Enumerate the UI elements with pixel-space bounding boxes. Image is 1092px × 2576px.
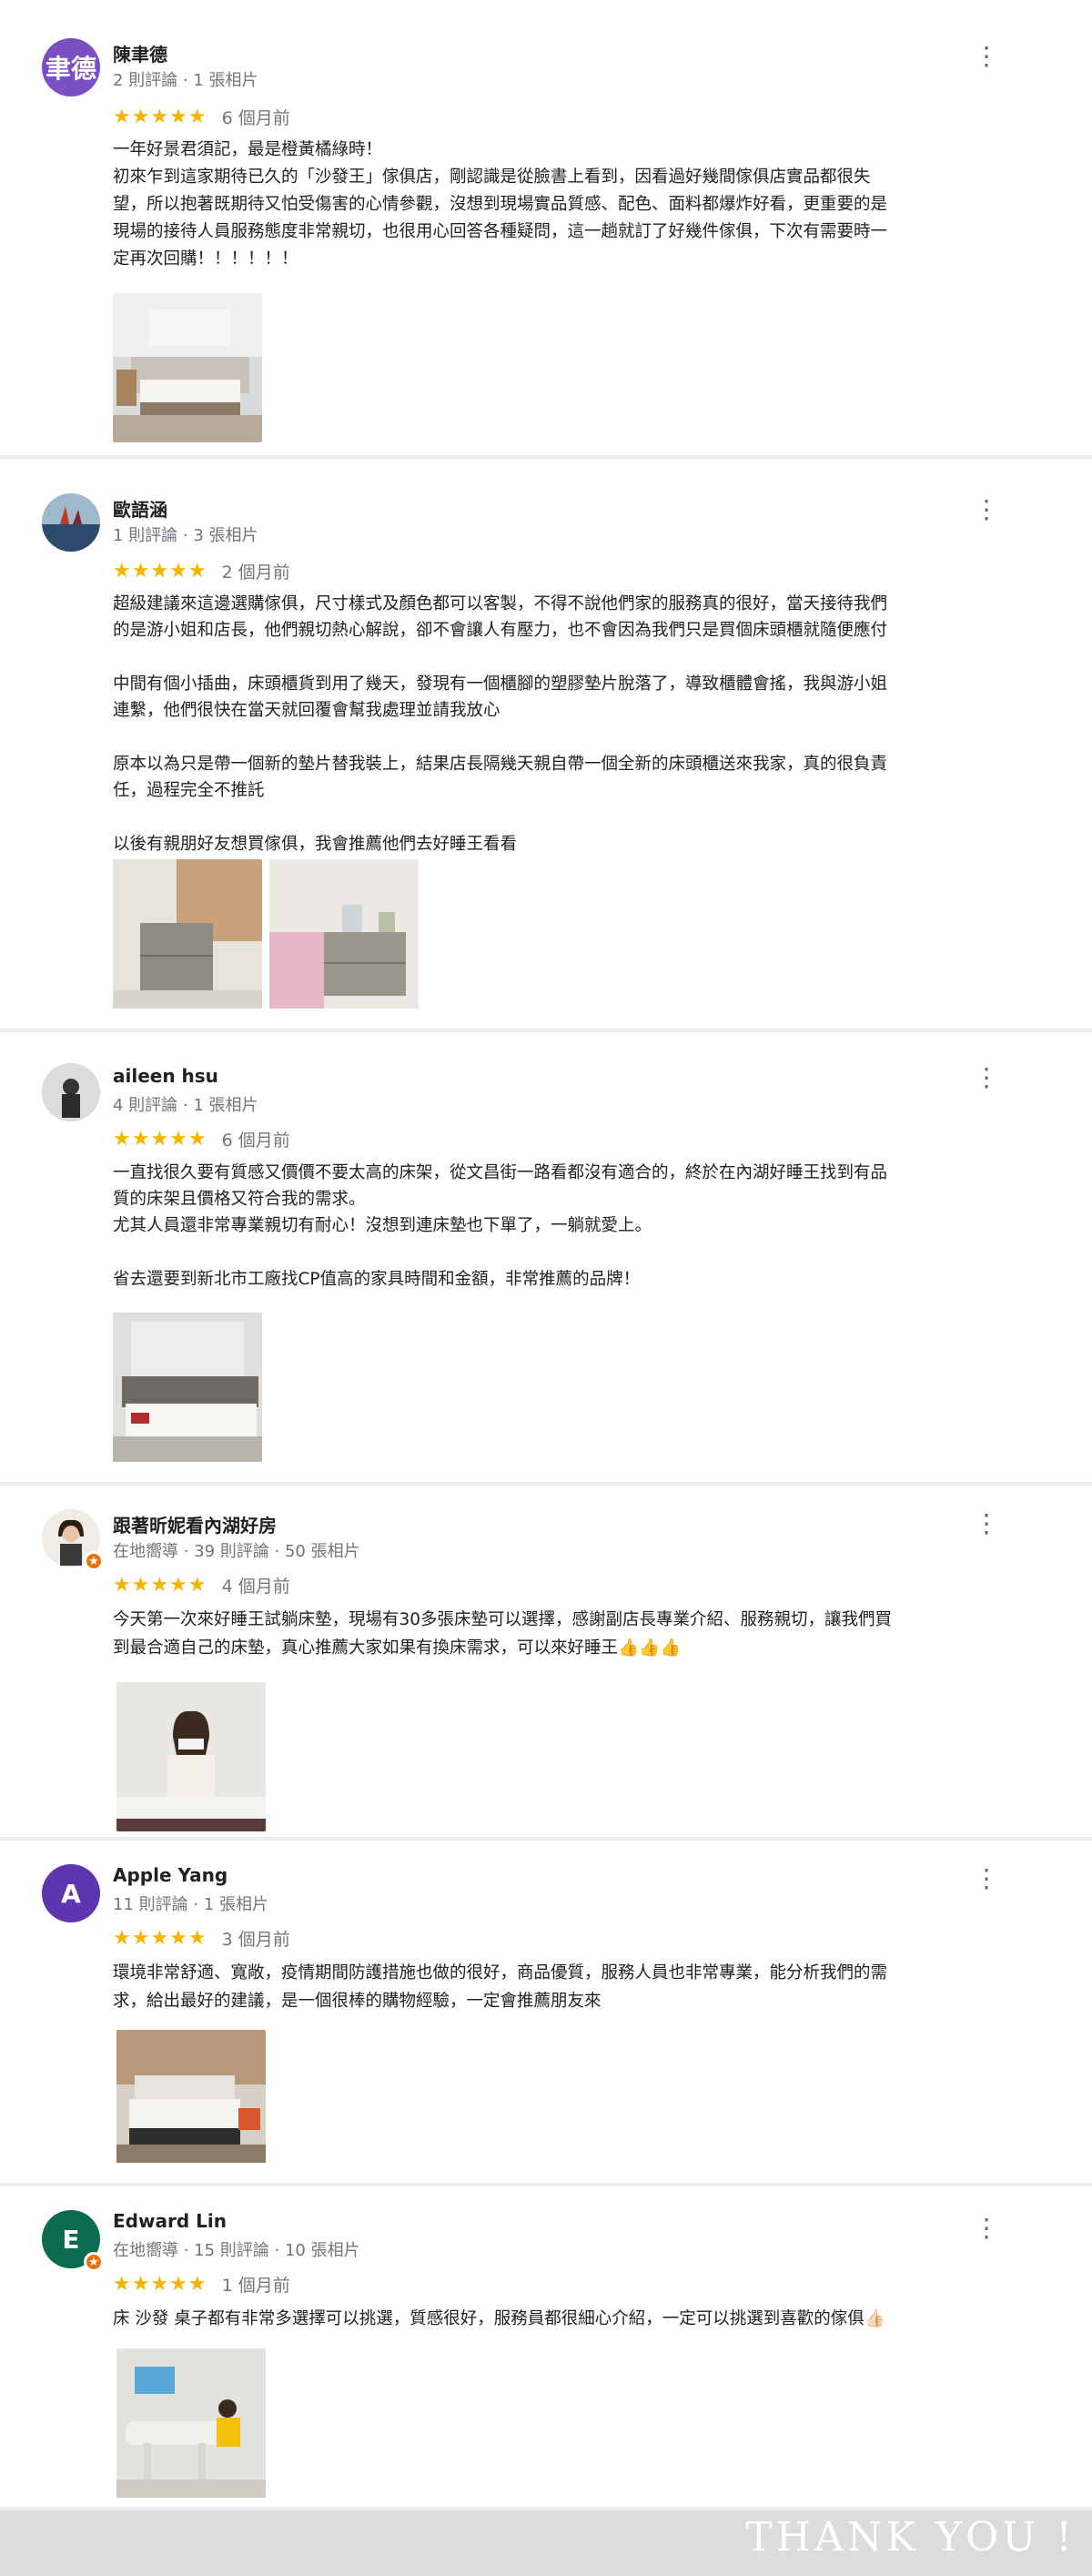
review-line: 床 沙發 桌子都有非常多選擇可以挑選，質感很好，服務員都很細心介紹，一定可以挑選… <box>113 2309 885 2328</box>
review-line: 一年好景君須記，最是橙黃橘綠時！ <box>113 140 383 159</box>
more-options-icon[interactable]: ⋮ <box>974 497 999 524</box>
review-line: 現場的接待人員服務態度非常親切，也很用心回答各種疑問，這一趟就訂了好幾件傢俱，下… <box>113 222 888 241</box>
review-date: 6 個月前 <box>221 1131 290 1151</box>
review-line: 連繫，他們很快在當天就回覆會幫我處理並請我放心 <box>113 701 500 720</box>
star-rating: ★★★★★ <box>113 1574 207 1597</box>
review-line: 的是游小姐和店長，他們親切熱心解說，卻不會讓人有壓力，也不會因為我們只是買個床頭… <box>113 621 888 640</box>
review-card: A Apple Yang 11 則評論 · 1 張相片 ⋮ ★★★★★ 3 個月… <box>0 1841 1092 2183</box>
star-rating: ★★★★★ <box>113 106 207 128</box>
reviewer-name[interactable]: 跟著昕妮看內湖好房 <box>113 1511 277 1537</box>
reviewer-name[interactable]: Apple Yang <box>113 1864 228 1886</box>
review-date: 4 個月前 <box>221 1577 290 1597</box>
review-line: 中間有個小插曲，床頭櫃貨到用了幾天，發現有一個櫃腳的塑膠墊片脫落了，導致櫃體會搖… <box>113 674 888 694</box>
more-options-icon[interactable]: ⋮ <box>974 1866 999 1893</box>
more-options-icon[interactable]: ⋮ <box>974 2216 999 2243</box>
review-photo[interactable] <box>113 293 262 442</box>
star-rating: ★★★★★ <box>113 1128 207 1151</box>
review-photo[interactable] <box>113 859 262 1009</box>
star-rating: ★★★★★ <box>113 2273 207 2296</box>
review-line: 任，過程完全不推託 <box>113 781 265 800</box>
review-photo[interactable] <box>116 1682 266 1831</box>
rating-row: ★★★★★ 4 個月前 <box>113 1573 290 1597</box>
review-line: 到最合適自己的床墊，真心推薦大家如果有換床需求，可以來好睡王👍👍👍 <box>113 1638 682 1658</box>
avatar[interactable]: ★ <box>42 1509 104 1571</box>
reviewer-meta: 在地嚮導 · 39 則評論 · 50 張相片 <box>113 1542 360 1561</box>
review-blank <box>113 724 1014 751</box>
review-photo[interactable] <box>113 1313 262 1462</box>
reviewer-meta: 2 則評論 · 1 張相片 <box>113 71 258 90</box>
review-photo[interactable] <box>116 2030 266 2179</box>
reviewer-name[interactable]: Edward Lin <box>113 2210 227 2232</box>
review-blank <box>113 644 1014 671</box>
review-card: 聿德 陳聿德 2 則評論 · 1 張相片 ⋮ ★★★★★ 6 個月前 一年好景君… <box>0 0 1092 455</box>
rating-row: ★★★★★ 1 個月前 <box>113 2272 290 2297</box>
avatar[interactable]: E ★ <box>42 2210 104 2272</box>
rating-row: ★★★★★ 6 個月前 <box>113 105 290 129</box>
review-text: 一年好景君須記，最是橙黃橘綠時！ 初來乍到這家期待已久的「沙發王」傢俱店，剛認識… <box>113 137 1014 273</box>
avatar[interactable]: A <box>42 1864 100 1922</box>
review-card: E ★ Edward Lin 在地嚮導 · 15 則評論 · 10 張相片 ⋮ … <box>0 2186 1092 2507</box>
reviewer-name[interactable]: 陳聿德 <box>113 40 167 66</box>
reviewer-meta: 在地嚮導 · 15 則評論 · 10 張相片 <box>113 2241 360 2260</box>
review-card: aileen hsu 4 則評論 · 1 張相片 ⋮ ★★★★★ 6 個月前 一… <box>0 1032 1092 1482</box>
review-line: 一直找很久要有質感又價價不要太高的床架，從文昌街一路看都沒有適合的，終於在內湖好… <box>113 1163 888 1182</box>
review-date: 3 個月前 <box>221 1930 290 1950</box>
review-date: 6 個月前 <box>221 108 290 128</box>
review-blank <box>113 1239 1014 1266</box>
review-line: 尤其人員還非常專業親切有耐心！沒想到連床墊也下單了，一躺就愛上。 <box>113 1216 652 1235</box>
more-options-icon[interactable]: ⋮ <box>974 1065 999 1092</box>
more-options-icon[interactable]: ⋮ <box>974 44 999 71</box>
review-line: 今天第一次來好睡王試躺床墊，現場有30多張床墊可以選擇，感謝副店長專業介紹、服務… <box>113 1610 893 1629</box>
thank-you-text: THANK YOU ! <box>745 2514 1076 2561</box>
avatar-initial: E <box>62 2224 80 2255</box>
review-line: 質的床架且價格又符合我的需求。 <box>113 1190 366 1209</box>
rating-row: ★★★★★ 3 個月前 <box>113 1926 290 1951</box>
review-date: 1 個月前 <box>221 2276 290 2296</box>
review-text: 超級建議來這邊選購傢俱，尺寸樣式及顏色都可以客製，不得不說他們家的服務真的很好，… <box>113 573 1014 857</box>
rating-row: ★★★★★ 6 個月前 <box>113 1127 290 1151</box>
review-line: 以後有親朋好友想買傢俱，我會推薦他們去好睡王看看 <box>113 835 518 854</box>
review-photo[interactable] <box>116 2348 266 2498</box>
local-guide-badge-icon: ★ <box>84 1551 104 1571</box>
reviewer-name[interactable]: aileen hsu <box>113 1065 218 1087</box>
review-line: 定再次回購！！！！！！ <box>113 249 298 269</box>
review-line: 省去還要到新北市工廠找CP值高的家具時間和金額，非常推薦的品牌！ <box>113 1270 641 1289</box>
review-line: 求，給出最好的建議，是一個很棒的購物經驗，一定會推薦朋友來 <box>113 1992 602 2011</box>
reviewer-meta: 11 則評論 · 1 張相片 <box>113 1895 268 1914</box>
reviewer-name[interactable]: 歐語涵 <box>113 495 167 522</box>
star-rating: ★★★★★ <box>113 1927 207 1950</box>
review-photo[interactable] <box>269 859 419 1009</box>
review-card: ★ 跟著昕妮看內湖好房 在地嚮導 · 39 則評論 · 50 張相片 ⋮ ★★★… <box>0 1486 1092 1837</box>
avatar[interactable]: 聿德 <box>42 38 100 96</box>
avatar[interactable] <box>42 1063 100 1121</box>
review-line: 超級建議來這邊選購傢俱，尺寸樣式及顏色都可以客製，不得不說他們家的服務真的很好，… <box>113 594 888 614</box>
review-text: 一直找很久要有質感又價價不要太高的床架，從文昌街一路看都沒有適合的，終於在內湖好… <box>113 1160 1014 1293</box>
review-line: 環境非常舒適、寬敞，疫情期間防護措施也做的很好，商品優質，服務人員也非常專業，能… <box>113 1963 888 1983</box>
review-text: 環境非常舒適、寬敞，疫情期間防護措施也做的很好，商品優質，服務人員也非常專業，能… <box>113 1959 1014 2015</box>
local-guide-badge-icon: ★ <box>84 2252 104 2272</box>
review-line: 望，所以抱著既期待又怕受傷害的心情參觀，沒想到現場實品質感、配色、面料都爆炸好看… <box>113 195 888 214</box>
review-line: 初來乍到這家期待已久的「沙發王」傢俱店，剛認識是從臉書上看到，因看過好幾間傢俱店… <box>113 167 871 187</box>
review-line: 原本以為只是帶一個新的墊片替我裝上，結果店長隔幾天親自帶一個全新的床頭櫃送來我家… <box>113 755 888 774</box>
review-card: 歐語涵 1 則評論 · 3 張相片 ⋮ ★★★★★ 2 個月前 超級建議來這邊選… <box>0 459 1092 1029</box>
avatar[interactable] <box>42 493 100 552</box>
more-options-icon[interactable]: ⋮ <box>974 1511 999 1538</box>
reviewer-meta: 1 則評論 · 3 張相片 <box>113 526 258 545</box>
review-text: 今天第一次來好睡王試躺床墊，現場有30多張床墊可以選擇，感謝副店長專業介紹、服務… <box>113 1606 1014 1662</box>
review-text: 床 沙發 桌子都有非常多選擇可以挑選，質感很好，服務員都很細心介紹，一定可以挑選… <box>113 2305 1014 2333</box>
reviewer-meta: 4 則評論 · 1 張相片 <box>113 1096 258 1115</box>
review-blank <box>113 804 1014 831</box>
